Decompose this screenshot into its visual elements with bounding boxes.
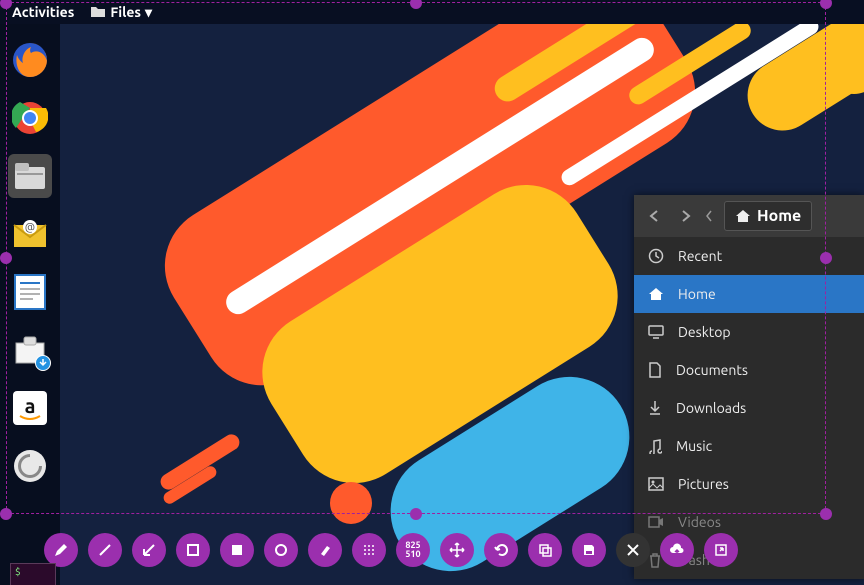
tool-marker[interactable]	[308, 533, 342, 567]
files-menu[interactable]: Files ▾	[90, 4, 152, 21]
files-toolbar: Home	[634, 195, 864, 237]
sidebar-item-label: Downloads	[676, 400, 746, 416]
path-bar[interactable]: Home	[724, 201, 812, 231]
line-icon	[97, 542, 113, 558]
music-icon	[648, 438, 662, 454]
picture-icon	[648, 477, 664, 491]
dropdown-icon: ▾	[145, 4, 152, 21]
tool-copy[interactable]	[528, 533, 562, 567]
amazon-icon: a	[11, 389, 49, 427]
document-icon	[13, 273, 47, 311]
tool-close[interactable]	[616, 533, 650, 567]
download-icon	[648, 400, 662, 416]
sidebar-item-documents[interactable]: Documents	[634, 351, 864, 389]
path-label: Home	[757, 207, 801, 225]
tool-line[interactable]	[88, 533, 122, 567]
copy-icon	[537, 542, 553, 558]
dock-files[interactable]	[8, 154, 52, 198]
mail-icon: @	[12, 217, 48, 251]
sidebar-item-music[interactable]: Music	[634, 427, 864, 465]
undo-icon	[493, 542, 509, 558]
folder-icon	[90, 5, 106, 19]
path-prev-button[interactable]	[700, 201, 718, 231]
back-button[interactable]	[640, 201, 670, 231]
home-icon	[735, 209, 751, 223]
resize-handle[interactable]	[820, 508, 832, 520]
cloud-upload-icon	[669, 543, 685, 557]
resize-handle[interactable]	[820, 252, 832, 264]
save-icon	[581, 542, 597, 558]
tool-rect[interactable]	[176, 533, 210, 567]
terminal-window[interactable]: $	[10, 563, 56, 585]
selection-height: 510	[405, 550, 420, 559]
tool-pencil[interactable]	[44, 533, 78, 567]
chevron-left-icon	[705, 210, 713, 222]
tool-undo[interactable]	[484, 533, 518, 567]
arrow-right-icon	[678, 209, 692, 223]
tool-open[interactable]	[704, 533, 738, 567]
top-bar: Activities Files ▾	[0, 0, 864, 24]
svg-text:@: @	[25, 222, 35, 234]
activities-button[interactable]: Activities	[0, 4, 86, 20]
clock-icon	[648, 248, 664, 264]
sidebar-item-home[interactable]: Home	[634, 275, 864, 313]
fill-rect-icon	[229, 542, 245, 558]
blur-icon	[361, 542, 377, 558]
forward-button[interactable]	[670, 201, 700, 231]
sidebar-item-label: Home	[678, 286, 716, 302]
resize-handle[interactable]	[0, 252, 12, 264]
open-app-icon	[714, 543, 728, 557]
update-badge-icon	[35, 355, 51, 371]
dock-chrome[interactable]	[8, 96, 52, 140]
resize-handle[interactable]	[0, 508, 12, 520]
home-icon	[648, 287, 664, 301]
sidebar-item-label: Desktop	[678, 324, 731, 340]
dock-amazon[interactable]: a	[8, 386, 52, 430]
dock-mail[interactable]: @	[8, 212, 52, 256]
terminal-prompt: $	[15, 566, 21, 577]
rect-icon	[185, 542, 201, 558]
document-icon	[648, 362, 662, 378]
sidebar-item-label: Music	[676, 438, 712, 454]
firefox-icon	[11, 41, 49, 79]
tool-fill-rect[interactable]	[220, 533, 254, 567]
chrome-icon	[12, 100, 48, 136]
tool-blur[interactable]	[352, 533, 386, 567]
circle-orange	[330, 482, 372, 524]
dock-writer[interactable]	[8, 270, 52, 314]
dock-simplenote[interactable]	[8, 444, 52, 488]
tool-upload[interactable]	[660, 533, 694, 567]
tool-save[interactable]	[572, 533, 606, 567]
sidebar-item-downloads[interactable]: Downloads	[634, 389, 864, 427]
sidebar-item-label: Documents	[676, 362, 748, 378]
tool-circle[interactable]	[264, 533, 298, 567]
files-menu-label: Files	[110, 4, 141, 20]
sidebar-item-label: Videos	[678, 514, 721, 530]
launcher-dock: @ a	[0, 24, 60, 585]
files-sidebar: Recent Home Desktop Documents Downloads …	[634, 237, 864, 579]
sidebar-item-pictures[interactable]: Pictures	[634, 465, 864, 503]
simplenote-icon	[12, 448, 48, 484]
close-icon	[626, 543, 640, 557]
dock-firefox[interactable]	[8, 38, 52, 82]
arrow-icon	[141, 542, 157, 558]
dock-software[interactable]	[8, 328, 52, 372]
sidebar-item-desktop[interactable]: Desktop	[634, 313, 864, 351]
svg-text:a: a	[25, 394, 36, 417]
sidebar-item-label: Recent	[678, 248, 722, 264]
desktop-icon	[648, 325, 664, 339]
screenshot-toolbar: 825 510	[44, 533, 738, 567]
move-icon	[449, 542, 465, 558]
resize-handle[interactable]	[410, 508, 422, 520]
video-icon	[648, 516, 664, 528]
marker-icon	[317, 542, 333, 558]
tool-size-indicator[interactable]: 825 510	[396, 533, 430, 567]
tool-move[interactable]	[440, 533, 474, 567]
pencil-icon	[53, 542, 69, 558]
circle-icon	[273, 542, 289, 558]
files-app-icon	[13, 161, 47, 191]
sidebar-item-label: Pictures	[678, 476, 729, 492]
arrow-left-icon	[648, 209, 662, 223]
tool-arrow[interactable]	[132, 533, 166, 567]
